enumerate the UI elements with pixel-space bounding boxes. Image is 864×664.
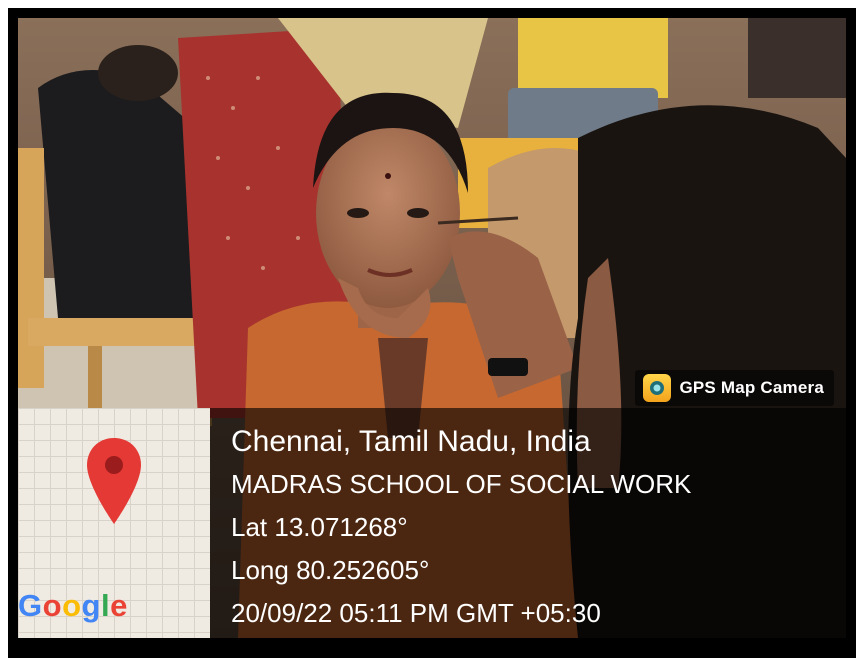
map-pin-icon (87, 438, 141, 524)
photo: GPS Map Camera Google Chennai, Tamil Nad… (18, 18, 846, 638)
camera-pin-icon (643, 374, 672, 402)
location-latitude: Lat 13.071268° (231, 512, 408, 542)
logo-letter: e (110, 588, 128, 623)
location-details: Chennai, Tamil Nadu, India MADRAS SCHOOL… (231, 420, 691, 635)
location-place: MADRAS SCHOOL OF SOCIAL WORK (231, 469, 692, 499)
logo-letter: G (18, 588, 43, 623)
logo-letter: l (100, 588, 111, 623)
location-timestamp: 20/09/22 05:11 PM GMT +05:30 (231, 598, 601, 628)
location-city: Chennai, Tamil Nadu, India (231, 425, 591, 458)
gps-camera-watermark: GPS Map Camera (635, 370, 834, 406)
google-logo: Google (18, 588, 128, 624)
location-longitude: Long 80.252605° (231, 555, 430, 585)
mini-map: Google (18, 408, 210, 638)
logo-letter: o (62, 588, 82, 623)
logo-letter: g (81, 588, 101, 623)
location-info-box: Google Chennai, Tamil Nadu, India MADRAS… (18, 408, 846, 638)
logo-letter: o (42, 588, 63, 623)
watermark-label: GPS Map Camera (679, 378, 824, 397)
